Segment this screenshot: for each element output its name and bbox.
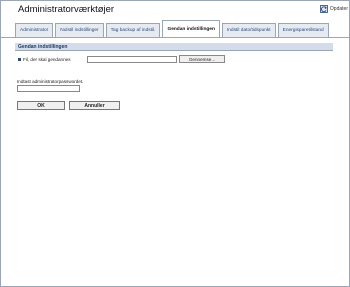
tab-divider [0,37,350,38]
page-title: Administratorværktøjer [18,4,115,15]
file-row: Fil, der skal gendannes Gennemse... [18,55,225,63]
tab-administrator[interactable]: Administrator [15,23,54,37]
browse-button[interactable]: Gennemse... [179,55,225,63]
tab-bar: Administrator Nulstil indstillinger Tag … [15,20,350,37]
cancel-button[interactable]: Annuller [69,101,120,110]
tab-restore-settings[interactable]: Gendan indstillingen [162,20,220,37]
update-label: Opdater [329,6,348,12]
password-label: Indtast administratorpasswordet. [17,79,84,84]
bullet-icon [18,57,21,61]
section-heading: Gendan indstillingen [15,43,333,51]
update-button[interactable]: Opdater [319,5,348,13]
ok-button[interactable]: OK [17,101,65,110]
tab-energy-saver[interactable]: Energisparetilstand [277,23,329,37]
tab-date-time[interactable]: Indstil dato/tidspunkt [221,23,276,37]
refresh-icon [319,5,328,13]
tab-backup-settings[interactable]: Tag backup af indstil. [105,23,161,37]
password-field[interactable] [17,85,80,92]
file-input[interactable] [87,55,177,63]
tab-reset-settings[interactable]: Nulstil indstillinger [55,23,104,37]
file-label: Fil, der skal gendannes [23,56,71,62]
